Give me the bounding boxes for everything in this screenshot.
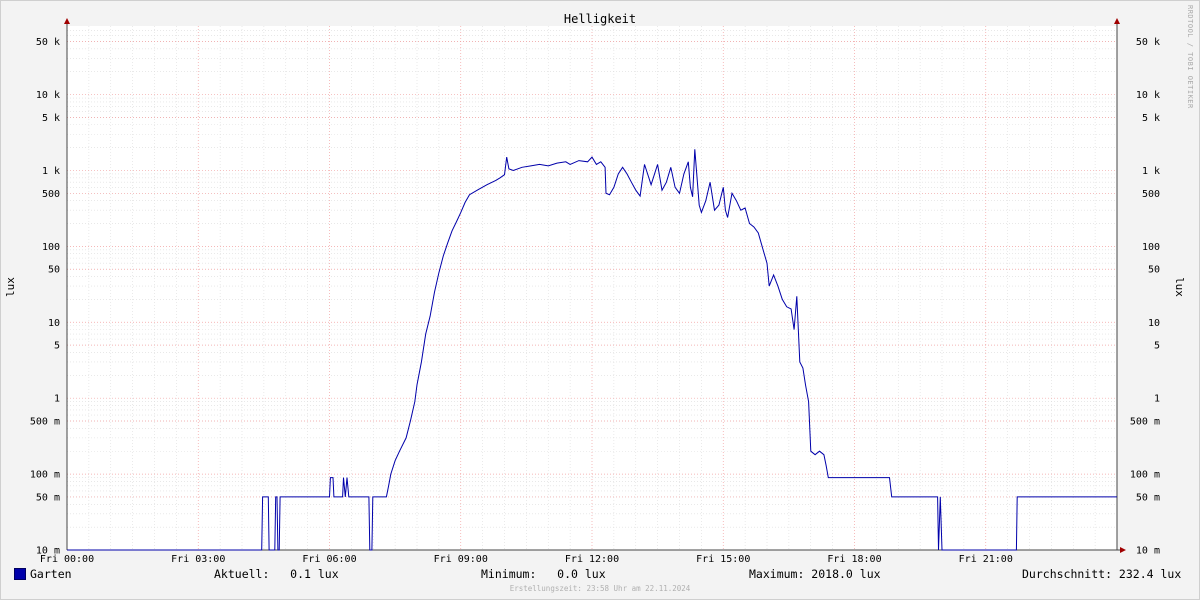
chart-title: Helligkeit bbox=[564, 12, 636, 26]
y-tick-label-right: 100 bbox=[1142, 242, 1160, 253]
legend-swatch-garten bbox=[14, 568, 26, 580]
chart-svg: Fri 00:00 Fri 03:00 Fri 06:00 Fri 09:00 Fri … bbox=[4, 5, 1194, 565]
x-tick-label: Fri 06:00 bbox=[302, 554, 356, 565]
y-tick-label-right: 1 k bbox=[1142, 166, 1160, 177]
y-tick-label-left: 500 m bbox=[30, 417, 60, 428]
y-tick-label-right: 1 bbox=[1154, 394, 1160, 405]
x-tick-label: Fri 21:00 bbox=[959, 554, 1013, 565]
legend-aktuell: Aktuell: 0.1 lux bbox=[214, 567, 339, 581]
y-tick-label-right: 100 m bbox=[1130, 470, 1160, 481]
x-tick-label: Fri 12:00 bbox=[565, 554, 619, 565]
y-axis-label-left: lux bbox=[4, 277, 17, 297]
y-tick-label-left: 100 bbox=[42, 242, 60, 253]
y-tick-label-right: 500 bbox=[1142, 189, 1160, 200]
y-tick-label-right: 50 k bbox=[1136, 37, 1160, 48]
y-tick-label-left: 500 bbox=[42, 189, 60, 200]
y-tick-label-left: 50 k bbox=[36, 37, 60, 48]
y-tick-label-right: 50 m bbox=[1136, 492, 1160, 503]
y-tick-label-left: 100 m bbox=[30, 470, 60, 481]
x-tick-label: Fri 18:00 bbox=[827, 554, 881, 565]
y-tick-label-right: 500 m bbox=[1130, 417, 1160, 428]
y-tick-label-right: 5 bbox=[1154, 341, 1160, 352]
y-tick-label-left: 10 k bbox=[36, 90, 60, 101]
y-tick-label-left: 1 k bbox=[42, 166, 60, 177]
y-tick-label-left: 1 bbox=[54, 394, 60, 405]
y-tick-label-right: 5 k bbox=[1142, 113, 1160, 124]
x-axis-arrow bbox=[1120, 547, 1126, 553]
y-tick-label-left: 10 bbox=[48, 318, 60, 329]
creation-time-footer: Erstellungszeit: 23:58 Uhr am 22.11.2024 bbox=[509, 584, 691, 593]
y-tick-label-right: 10 m bbox=[1136, 546, 1160, 557]
y-tick-label-left: 10 m bbox=[36, 546, 60, 557]
y-tick-label-right: 50 bbox=[1148, 265, 1160, 276]
y-tick-label-right: 10 k bbox=[1136, 90, 1160, 101]
x-tick-label: Fri 09:00 bbox=[434, 554, 488, 565]
legend-series-name: Garten bbox=[30, 567, 72, 581]
y-tick-label-left: 50 m bbox=[36, 492, 60, 503]
y-axis-label-right: lux bbox=[1173, 277, 1186, 297]
y-axis-arrow-left bbox=[64, 18, 70, 24]
y-tick-label-left: 5 bbox=[54, 341, 60, 352]
legend-maximum: Maximum: 2018.0 lux bbox=[749, 567, 881, 581]
y-tick-label-left: 50 bbox=[48, 265, 60, 276]
y-axis-arrow-right bbox=[1114, 18, 1120, 24]
legend-durchschnitt: Durchschnitt: 232.4 lux bbox=[1022, 567, 1182, 581]
legend-minimum: Minimum: 0.0 lux bbox=[481, 567, 606, 581]
x-tick-label: Fri 03:00 bbox=[171, 554, 225, 565]
y-tick-label-right: 10 bbox=[1148, 318, 1160, 329]
rrdtool-watermark: RRDTOOL / TOBI OETIKER bbox=[1186, 5, 1194, 109]
x-tick-label: Fri 15:00 bbox=[696, 554, 750, 565]
legend: Garten Aktuell: 0.1 lux Minimum: 0.0 lux… bbox=[0, 567, 1200, 585]
y-tick-label-left: 5 k bbox=[42, 113, 60, 124]
